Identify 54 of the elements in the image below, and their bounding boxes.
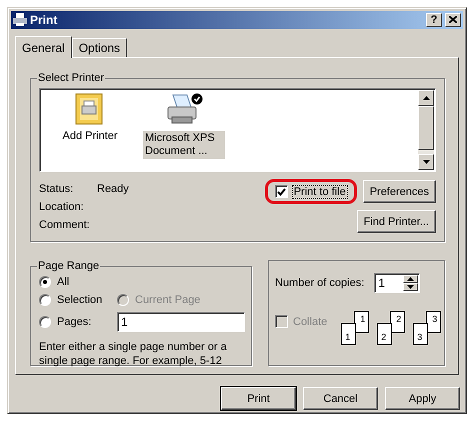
close-icon [449, 16, 457, 24]
copies-field[interactable]: 1 [375, 274, 404, 292]
status-value: Ready [97, 183, 129, 198]
up-arrow-icon [407, 277, 414, 282]
help-button[interactable]: ? [426, 12, 442, 27]
radio-option[interactable]: Selection [39, 294, 107, 306]
page-sheet: 2 [390, 311, 406, 334]
down-arrow-icon [407, 285, 414, 290]
find-printer-button[interactable]: Find Printer... [356, 210, 436, 234]
printer-name[interactable]: Add Printer [60, 129, 120, 144]
printer-icon [13, 13, 27, 26]
dialog-button[interactable]: Cancel [303, 387, 378, 410]
dialog-button[interactable]: Apply [385, 387, 460, 410]
page-sheet: 1 [341, 323, 356, 346]
window-title: Print [30, 12, 58, 27]
radio-button[interactable] [39, 294, 51, 306]
status-label: Location: [39, 201, 85, 216]
radio-option[interactable]: Pages: [39, 316, 107, 328]
radio-button[interactable] [39, 316, 51, 328]
tab[interactable]: Options [72, 38, 128, 58]
pages-field[interactable]: 1 [117, 312, 245, 332]
copies-spinner[interactable]: 1 [374, 273, 420, 294]
status-label: Comment: [39, 219, 91, 234]
add-printer-icon [75, 93, 105, 126]
radio-label: All [57, 276, 70, 288]
preferences-button[interactable]: Preferences [362, 180, 436, 204]
radio-label: Current Page [135, 294, 200, 306]
dialog-button[interactable]: Print [221, 387, 296, 410]
tab[interactable]: General [15, 36, 72, 58]
group-title: Page Range [37, 260, 100, 272]
radio-label: Pages: [57, 316, 92, 328]
up-arrow-icon [422, 96, 430, 100]
print-to-file-checkbox[interactable]: Print to file [264, 179, 357, 204]
checkbox-label: Print to file [292, 186, 347, 198]
copies-label: Number of copies: [275, 277, 364, 290]
radio-label: Selection [57, 294, 102, 306]
close-button[interactable] [445, 12, 461, 27]
scrollbar[interactable] [418, 90, 434, 170]
page-sheet: 3 [413, 323, 428, 346]
group-title: Select Printer [37, 72, 106, 84]
check-icon [276, 188, 286, 196]
scroll-up-button[interactable] [418, 90, 434, 106]
checkbox[interactable] [274, 185, 288, 198]
page-sheet: 2 [377, 323, 392, 346]
hint-text: Enter either a single page number or a single page range. For example, 5-12 [39, 340, 228, 368]
page-sheet: 1 [354, 311, 370, 334]
status-label: Status: [39, 183, 74, 198]
radio-option[interactable]: All [39, 276, 70, 288]
scroll-down-button[interactable] [418, 154, 434, 170]
printer-name[interactable]: Microsoft XPS Document ... [143, 131, 225, 160]
down-arrow-icon [422, 160, 430, 164]
radio-button[interactable] [39, 276, 51, 288]
checkbox-label: Collate [293, 316, 328, 328]
page-sheet: 3 [426, 311, 442, 334]
